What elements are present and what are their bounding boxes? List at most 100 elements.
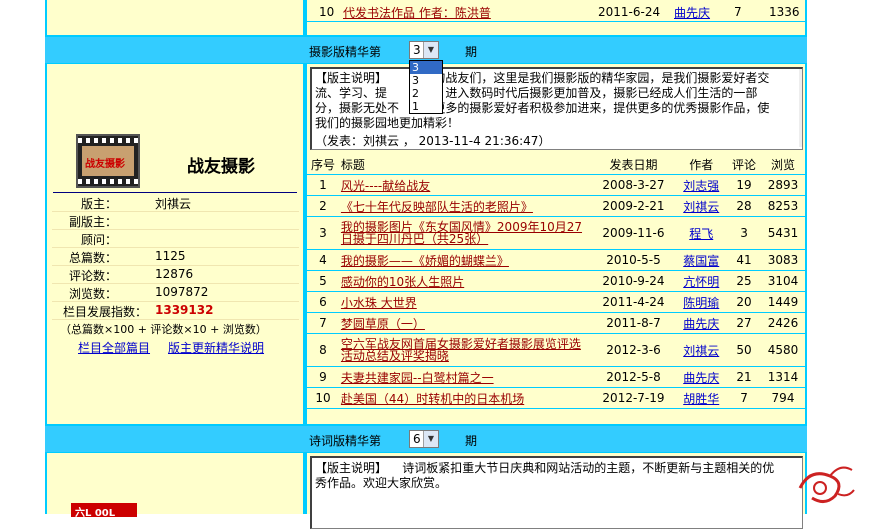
row-no: 6 (307, 291, 339, 313)
row-author-cell: 曲先庆 (675, 366, 728, 388)
row-comments: 50 (727, 333, 762, 367)
photo-content-panel: 【版主说明】 影的战友们，这里是我们摄影版的精华家园，是我们摄影爱好者交流、学习… (307, 64, 805, 424)
row-comments: 7 (734, 5, 742, 19)
table-row: 8 空六军战友网首届女摄影爱好者摄影展览评选活动总结及评奖揭晓 2012-3-6 刘祺… (307, 333, 805, 367)
all-posts-link[interactable]: 栏目全部篇目 (78, 339, 150, 356)
poetry-section-header: 诗词版精华第 6 ▼ 期 (45, 426, 807, 452)
table-row: 10 代发书法作品 作者：陈洪普 2011-6-24 曲先庆 7 1336 (307, 1, 805, 22)
stat-label: 版主： (80, 197, 117, 211)
row-no: 10 (319, 5, 335, 19)
row-title-cell: 梦圆草原（一） (338, 312, 592, 334)
row-title-cell: 《七十年代反映部队生活的老照片》 (338, 195, 592, 217)
row-no: 1 (307, 174, 339, 196)
row-author-link[interactable]: 曲先庆 (674, 4, 710, 21)
chevron-down-icon[interactable]: ▼ (423, 42, 438, 58)
stat-value: 12876 (155, 267, 194, 281)
row-author-cell: 曲先庆 (675, 312, 728, 334)
row-author-cell: 刘祺云 (675, 195, 728, 217)
row-title-link[interactable]: 我的摄影图片《东女国风情》2009年10月27日摄于四川丹巴（共25张） (341, 220, 582, 246)
table-row: 2 《七十年代反映部队生活的老照片》 2009-2-21 刘祺云 28 8253 (307, 195, 805, 217)
stat-row-total-posts: 总篇数： 1125 (52, 247, 299, 266)
row-author-link[interactable]: 陈明瑜 (683, 296, 719, 310)
row-title-link[interactable]: 我的摄影——《娇媚的蝴蝶兰》 (341, 254, 509, 268)
row-author-link[interactable]: 亢怀明 (683, 275, 719, 289)
row-title-cell: 小水珠 大世界 (338, 291, 592, 313)
col-header: 发表日期 (591, 154, 676, 175)
note-scrollbar[interactable] (799, 69, 802, 147)
dropdown-option[interactable]: 3 (410, 61, 442, 74)
board-logo-photo: 战友摄影 (82, 146, 134, 176)
row-title-cell: 风光----献给战友 (338, 174, 592, 196)
row-author-link[interactable]: 胡胜华 (683, 392, 719, 406)
table-row: 10 赴美国（44）时转机中的日本机场 2012-7-19 胡胜华 7 794 (307, 387, 805, 409)
row-date: 2011-4-24 (591, 291, 676, 313)
row-author-link[interactable]: 刘祺云 (683, 200, 719, 214)
poetry-header-label: 诗词版精华第 (309, 434, 382, 448)
row-title-cell: 赴美国（44）时转机中的日本机场 (338, 387, 592, 409)
row-title-cell: 我的摄影图片《东女国风情》2009年10月27日摄于四川丹巴（共25张） (338, 216, 592, 250)
row-no: 8 (307, 333, 339, 367)
top-left-cell (47, 0, 303, 35)
stat-row-index: 栏目发展指数： 1339132 (52, 301, 299, 320)
photo-issue-select[interactable]: 3 ▼ (409, 41, 439, 59)
index-formula: （总篇数×100 + 评论数×10 + 浏览数） (60, 323, 267, 336)
row-title-link[interactable]: 夫妻共建家园--白鹭村篇之一 (341, 371, 494, 385)
board-logo-text: 战友摄影 (85, 159, 125, 170)
stats-block: 版主： 刘祺云 副版主： 顾问： 总篇数： 1125 评论数： 12876 浏览数： 1… (52, 193, 299, 393)
dropdown-option[interactable]: 3 (410, 74, 442, 87)
row-no: 2 (307, 195, 339, 217)
index-value: 1339132 (155, 303, 214, 317)
row-date: 2012-7-19 (591, 387, 676, 409)
table-row: 6 小水珠 大世界 2011-4-24 陈明瑜 20 1449 (307, 291, 805, 313)
row-comments: 3 (727, 216, 762, 250)
row-comments: 20 (727, 291, 762, 313)
row-title-link[interactable]: 空六军战友网首届女摄影爱好者摄影展览评选活动总结及评奖揭晓 (341, 337, 581, 363)
dropdown-option[interactable]: 2 (410, 87, 442, 100)
row-views: 3104 (761, 270, 805, 292)
row-author-link[interactable]: 蔡国富 (683, 254, 719, 268)
row-title-link[interactable]: 感动你的10张人生照片 (341, 275, 464, 289)
col-header: 评论 (727, 154, 762, 175)
poetry-issue-select[interactable]: 6 ▼ (409, 430, 439, 448)
row-views: 1314 (761, 366, 805, 388)
row-author-link[interactable]: 曲先庆 (683, 317, 719, 331)
row-author-link[interactable]: 程飞 (689, 227, 713, 241)
chevron-down-icon[interactable]: ▼ (423, 431, 438, 447)
row-date: 2009-11-6 (591, 216, 676, 250)
row-author-link[interactable]: 刘志强 (683, 179, 719, 193)
film-strip-top (78, 138, 138, 143)
update-notes-link[interactable]: 版主更新精华说明 (168, 339, 264, 356)
row-author-cell: 刘志强 (675, 174, 728, 196)
row-author-link[interactable]: 刘祺云 (683, 344, 719, 358)
row-title-link[interactable]: 《七十年代反映部队生活的老照片》 (341, 200, 533, 214)
row-comments: 41 (727, 249, 762, 271)
row-views: 1336 (769, 5, 800, 19)
photo-header-label: 摄影版精华第 (309, 45, 382, 59)
photo-issue-dropdown[interactable]: 3 3 2 1 (409, 60, 443, 114)
row-comments: 7 (727, 387, 762, 409)
row-title-link[interactable]: 小水珠 大世界 (341, 296, 417, 310)
row-comments: 25 (727, 270, 762, 292)
dropdown-option[interactable]: 1 (410, 100, 442, 113)
table-row: 5 感动你的10张人生照片 2010-9-24 亢怀明 25 3104 (307, 270, 805, 292)
row-title-link[interactable]: 梦圆草原（一） (341, 317, 425, 331)
row-title-link[interactable]: 赴美国（44）时转机中的日本机场 (341, 392, 524, 406)
row-views: 4580 (761, 333, 805, 367)
moderator-note-meta: （发表：刘祺云 ， 2013-11-4 21:36:47） (315, 134, 551, 148)
stat-value: 1125 (155, 249, 186, 263)
poetry-header-suffix: 期 (465, 434, 478, 448)
stat-label: 浏览数： (68, 287, 117, 301)
row-author-link[interactable]: 曲先庆 (683, 371, 719, 385)
poetry-logo[interactable]: 六L 00L (71, 503, 137, 517)
row-date: 2010-9-24 (591, 270, 676, 292)
row-title-link[interactable]: 风光----献给战友 (341, 179, 430, 193)
row-title-link[interactable]: 代发书法作品 作者：陈洪普 (343, 4, 491, 21)
row-no: 5 (307, 270, 339, 292)
row-author-cell: 陈明瑜 (675, 291, 728, 313)
poetry-logo-text: 六L 00L (75, 508, 116, 517)
film-strip-bottom (78, 179, 138, 184)
row-author-cell: 胡胜华 (675, 387, 728, 409)
col-header: 浏览 (761, 154, 805, 175)
board-logo[interactable]: 战友摄影 (76, 134, 140, 188)
table-row: 7 梦圆草原（一） 2011-8-7 曲先庆 27 2426 (307, 312, 805, 334)
